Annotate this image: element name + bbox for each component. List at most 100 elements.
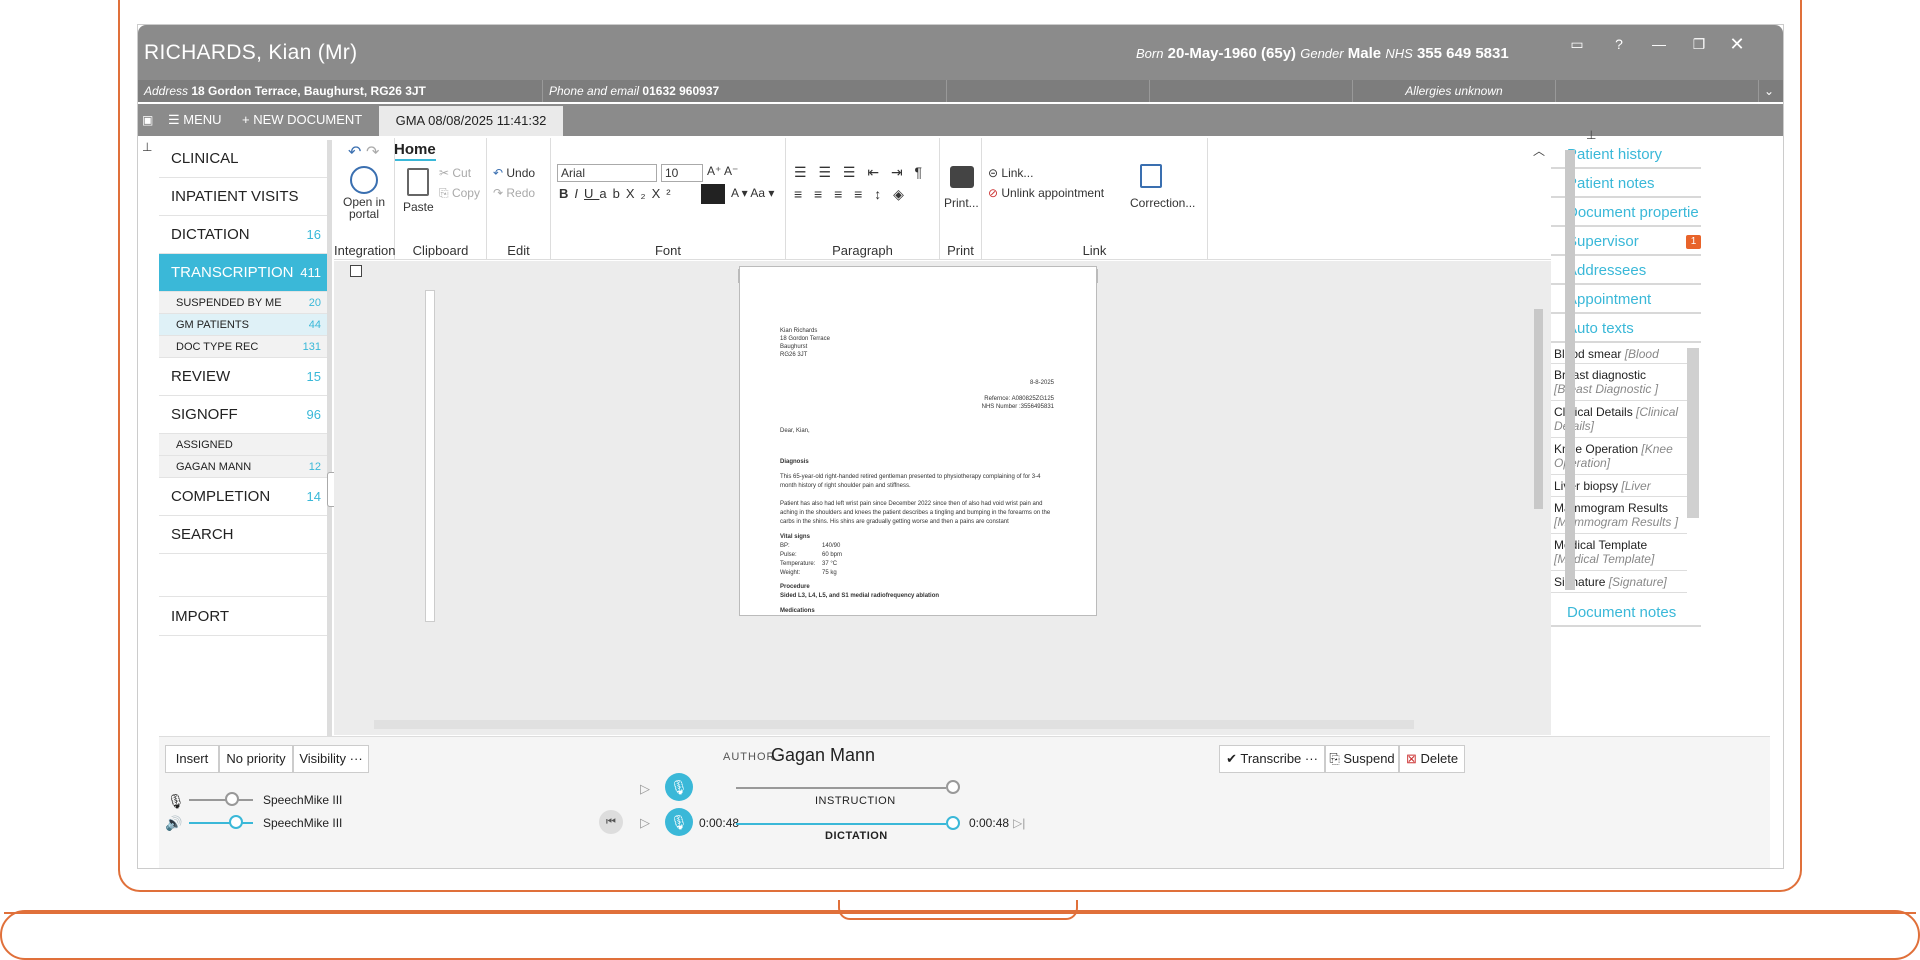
dictation-knob[interactable] bbox=[946, 816, 960, 830]
link-button[interactable]: ⊝ Link... bbox=[988, 166, 1033, 180]
grow-font-icon[interactable]: A⁺ A⁻ bbox=[707, 164, 738, 178]
play-dictation-icon[interactable]: ▷ bbox=[640, 815, 650, 831]
speaker-volume-slider[interactable] bbox=[189, 822, 253, 824]
list-buttons[interactable]: ☰ ☰ ☰ ⇤ ⇥ ¶ bbox=[794, 164, 926, 181]
autotext-scrollbar[interactable] bbox=[1687, 348, 1699, 518]
align-buttons[interactable]: ≡ ≡ ≡ ≡ ↕ ◈ bbox=[794, 186, 908, 203]
title-bar: RICHARDS, Kian (Mr) Born 20-May-1960 (65… bbox=[138, 25, 1783, 80]
nhs-label: NHS bbox=[1385, 46, 1413, 61]
menu-button[interactable]: ☰ MENU bbox=[168, 104, 222, 136]
group-link: ⊝ Link... ⊘ Unlink appointment Correctio… bbox=[982, 138, 1208, 260]
device-base bbox=[0, 910, 1920, 960]
unlink-appointment-button[interactable]: ⊘ Unlink appointment bbox=[988, 186, 1104, 200]
sidebar-scrollbar[interactable] bbox=[327, 140, 332, 736]
sidebar-item-transcription[interactable]: TRANSCRIPTION 411 bbox=[159, 254, 327, 292]
tab-stop-icon[interactable] bbox=[350, 265, 362, 277]
group-paragraph: ☰ ☰ ☰ ⇤ ⇥ ¶ ≡ ≡ ≡ ≡ ↕ ◈ Paragraph bbox=[786, 138, 940, 260]
priority-button[interactable]: No priority bbox=[219, 745, 293, 773]
instruction-progress[interactable] bbox=[736, 787, 946, 789]
pin-icon[interactable]: ⊥ bbox=[142, 140, 152, 154]
sidebar-item-review[interactable]: REVIEW 15 bbox=[159, 358, 327, 396]
right-panel-scrollbar[interactable] bbox=[1565, 150, 1575, 590]
insert-button[interactable]: Insert bbox=[165, 745, 219, 773]
nhs-value: 355 649 5831 bbox=[1416, 45, 1509, 62]
sidebar-item-signoff[interactable]: SIGNOFF 96 bbox=[159, 396, 327, 434]
record-instruction-button[interactable]: 🎙 bbox=[665, 773, 693, 801]
suspend-button[interactable]: ⎘ Suspend bbox=[1325, 745, 1399, 773]
undo-button[interactable]: ↶ Undo bbox=[493, 166, 535, 180]
paste-icon bbox=[407, 168, 429, 196]
collapse-ribbon-icon[interactable]: ︿ bbox=[1533, 142, 1545, 159]
sidebar-item-completion[interactable]: COMPLETION 14 bbox=[159, 478, 327, 516]
highlight-icon[interactable] bbox=[701, 184, 725, 204]
instruction-knob[interactable] bbox=[946, 780, 960, 794]
chat-icon[interactable]: ▭ bbox=[1566, 33, 1588, 55]
copy-button[interactable]: ⎘ Copy bbox=[439, 186, 480, 201]
count-badge: 15 bbox=[306, 369, 321, 384]
paste-button[interactable]: Paste bbox=[403, 200, 434, 214]
letter-text: aching in the shoulders and knees the pa… bbox=[780, 510, 1051, 516]
pin-icon[interactable]: ⊥ bbox=[1586, 128, 1596, 142]
help-icon[interactable]: ? bbox=[1608, 33, 1630, 55]
count-badge: 12 bbox=[308, 461, 321, 473]
redo-button[interactable]: ↷ Redo bbox=[493, 186, 535, 200]
editor-vscroll[interactable] bbox=[1534, 309, 1543, 509]
sidebar-subitem-gagan-mann[interactable]: GAGAN MANN 12 bbox=[159, 456, 327, 478]
mic-volume-slider[interactable] bbox=[189, 799, 253, 801]
skip-end-icon[interactable]: ▷| bbox=[1013, 816, 1025, 830]
sidebar: CLINICAL INPATIENT VISITS DICTATION 16 TR… bbox=[159, 140, 327, 736]
speaker-device-name: SpeechMike III bbox=[263, 816, 343, 830]
dictation-progress[interactable] bbox=[736, 823, 946, 825]
sidebar-item-search[interactable]: SEARCH bbox=[159, 516, 327, 554]
instruction-label: INSTRUCTION bbox=[815, 795, 896, 807]
format-buttons[interactable]: BIUabX₂X² bbox=[559, 186, 677, 201]
sidebar-subitem-doc-type-rec[interactable]: DOC TYPE REC 131 bbox=[159, 336, 327, 358]
correction-button[interactable]: Correction... bbox=[1130, 196, 1195, 210]
count-badge: 20 bbox=[308, 297, 321, 309]
mic-volume-knob[interactable] bbox=[225, 792, 239, 806]
close-button[interactable]: ✕ bbox=[1726, 33, 1748, 55]
redo-icon: ↷ bbox=[493, 186, 507, 200]
font-color-icon[interactable]: A ▾ Aa ▾ bbox=[731, 186, 774, 200]
address-value: 18 Gordon Terrace, Baughurst, RG26 3JT bbox=[191, 84, 426, 98]
app-window: RICHARDS, Kian (Mr) Born 20-May-1960 (65… bbox=[138, 25, 1783, 868]
letter-heading: Medications bbox=[780, 608, 815, 614]
link-document-notes[interactable]: Document notes bbox=[1551, 598, 1701, 627]
transcribe-button[interactable]: ✔ Transcribe ··· bbox=[1219, 745, 1325, 773]
sidebar-subitem-suspended[interactable]: SUSPENDED BY ME 20 bbox=[159, 292, 327, 314]
font-family-select[interactable]: Arial bbox=[557, 164, 657, 182]
skip-start-button[interactable]: ⏮ bbox=[599, 810, 623, 834]
count-badge: 131 bbox=[302, 341, 321, 353]
expand-icon[interactable]: ⌄ bbox=[1760, 80, 1783, 102]
play-instruction-icon[interactable]: ▷ bbox=[640, 781, 650, 797]
sidebar-subitem-assigned[interactable]: ASSIGNED bbox=[159, 434, 327, 456]
sidebar-item-clinical[interactable]: CLINICAL bbox=[159, 140, 327, 178]
panel-toggle-icon[interactable]: ▣ bbox=[142, 104, 153, 136]
letter-page[interactable]: Kian Richards 18 Gordon Terrace Baughurs… bbox=[739, 266, 1097, 616]
sidebar-item-dictation[interactable]: DICTATION 16 bbox=[159, 216, 327, 254]
restore-button[interactable]: ❐ bbox=[1688, 33, 1710, 55]
minimize-button[interactable]: — bbox=[1648, 33, 1670, 55]
group-edit: ↶ Undo ↷ Redo Edit bbox=[487, 138, 551, 260]
sidebar-item-import[interactable]: IMPORT bbox=[159, 596, 327, 636]
address-label: Address bbox=[144, 84, 189, 98]
group-clipboard: Paste ✂ Cut ⎘ Copy Clipboard bbox=[395, 138, 487, 260]
new-document-button[interactable]: + NEW DOCUMENT bbox=[242, 104, 362, 136]
sidebar-subitem-gm-patients[interactable]: GM PATIENTS 44 bbox=[159, 314, 327, 336]
sidebar-item-inpatient-visits[interactable]: INPATIENT VISITS bbox=[159, 178, 327, 216]
letter-text: This 65-year-old right-handed retired ge… bbox=[780, 474, 1041, 480]
visibility-button[interactable]: Visibility ··· bbox=[293, 745, 369, 773]
speaker-volume-knob[interactable] bbox=[229, 815, 243, 829]
font-size-select[interactable]: 10 bbox=[661, 164, 703, 182]
cut-button[interactable]: ✂ Cut bbox=[439, 166, 471, 180]
delete-icon: ⊠ bbox=[1405, 751, 1421, 766]
letter-text: carbs in the shins. His shins are gradua… bbox=[780, 519, 1009, 525]
record-dictation-button[interactable]: 🎙 bbox=[665, 808, 693, 836]
print-button[interactable]: Print... bbox=[944, 196, 979, 210]
vital-label: Weight: bbox=[780, 570, 801, 576]
delete-button[interactable]: ⊠ Delete bbox=[1399, 745, 1465, 773]
document-tab[interactable]: GMA 08/08/2025 11:41:32 bbox=[379, 106, 563, 136]
phone-label: Phone and email bbox=[549, 84, 640, 98]
open-portal-button[interactable]: Open in portal bbox=[340, 196, 388, 220]
editor-hscroll[interactable] bbox=[374, 720, 1414, 729]
